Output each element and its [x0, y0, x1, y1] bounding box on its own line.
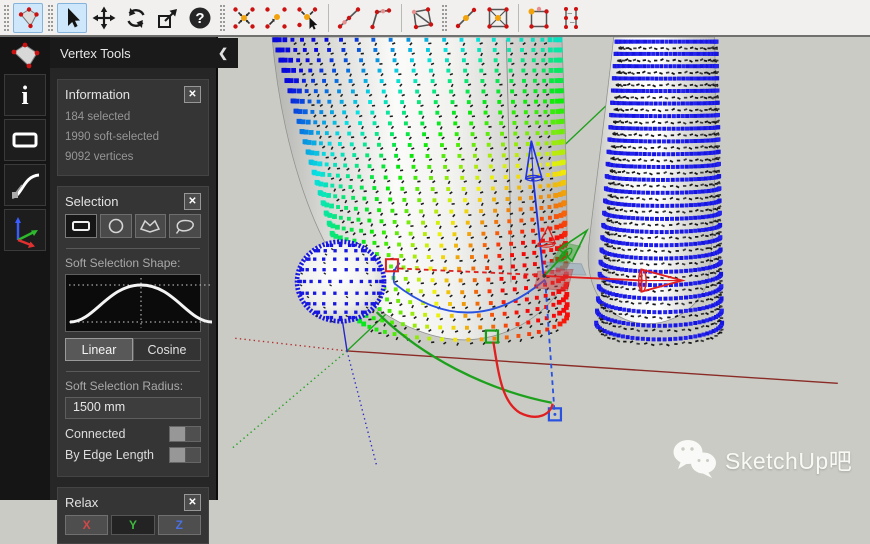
help-icon: ? — [187, 5, 213, 31]
relax-section: Relax ✕ X Y Z — [57, 487, 209, 544]
right-cylinder — [588, 37, 724, 347]
rectangle-icon — [8, 123, 42, 157]
toolbar-separator — [518, 4, 519, 32]
split-edge-icon — [336, 5, 362, 31]
poke-face-icon — [485, 5, 511, 31]
connected-toggle[interactable] — [169, 426, 201, 442]
rotate-icon — [123, 5, 149, 31]
selection-section: Selection ✕ — [57, 186, 209, 477]
lasso-select-icon — [172, 217, 198, 235]
vertex-tools-icon — [15, 5, 41, 31]
scale-icon — [155, 5, 181, 31]
toolbar-merge-to-cursor-button[interactable] — [293, 3, 323, 33]
falloff-curve-tool-button[interactable] — [4, 164, 46, 206]
polygon-select-mode-button[interactable] — [135, 214, 167, 238]
toolbar-help-button[interactable]: ? — [185, 3, 215, 33]
blue-sphere — [296, 241, 385, 323]
rect-select-mode-button[interactable] — [65, 214, 97, 238]
connected-label: Connected — [65, 427, 125, 441]
panel-title: Vertex Tools — [60, 46, 131, 61]
vertex-tools-logo-icon — [3, 39, 47, 71]
information-title: Information — [65, 87, 130, 102]
main-toolbar: ? — [0, 0, 870, 37]
close-selection-button[interactable]: ✕ — [184, 193, 201, 210]
insert-vertex-icon — [453, 5, 479, 31]
watermark-text: SketchUp吧 — [725, 442, 852, 476]
toolbar-merge-button[interactable] — [229, 3, 259, 33]
cosine-falloff-button[interactable]: Cosine — [133, 338, 201, 361]
toolbar-grip[interactable] — [4, 5, 9, 31]
information-section: Information ✕ 184 selected 1990 soft-sel… — [57, 79, 209, 176]
vertex-tools-sidebar: i — [0, 37, 50, 500]
toolbar-grip[interactable] — [48, 5, 53, 31]
toolbar-triangulate-button[interactable] — [407, 3, 437, 33]
toolbar-separator — [328, 4, 329, 32]
toolbar-vertex-tools-button[interactable] — [13, 3, 43, 33]
falloff-curve-icon — [7, 167, 43, 203]
section-divider — [66, 371, 200, 372]
rect-select-tool-button[interactable] — [4, 119, 46, 161]
selected-count: 184 selected — [65, 107, 201, 127]
soft-selection-shape-label: Soft Selection Shape: — [65, 256, 201, 270]
axes-gizmo-icon — [7, 212, 43, 248]
selection-title: Selection — [65, 194, 118, 209]
toolbar-merge-to-point-button[interactable] — [261, 3, 291, 33]
toolbar-grip[interactable] — [220, 5, 225, 31]
svg-text:i: i — [21, 81, 28, 110]
align-vertices-icon — [558, 5, 584, 31]
relax-x-button[interactable]: X — [65, 515, 108, 535]
soft-selection-radius-label: Soft Selection Radius: — [65, 379, 201, 393]
rect-select-icon — [69, 218, 93, 234]
close-information-button[interactable]: ✕ — [184, 86, 201, 103]
by-edge-length-toggle[interactable] — [169, 447, 201, 463]
toolbar-align-vertices-button[interactable] — [556, 3, 586, 33]
toolbar-split-edge-button[interactable] — [334, 3, 364, 33]
collapse-edge-icon — [368, 5, 394, 31]
toolbar-extract-vertex-button[interactable] — [524, 3, 554, 33]
merge-to-point-icon — [263, 5, 289, 31]
relax-z-button[interactable]: Z — [158, 515, 201, 535]
merge-icon — [231, 5, 257, 31]
toolbar-separator — [401, 4, 402, 32]
toolbar-move-button[interactable] — [89, 3, 119, 33]
vertex-count: 9092 vertices — [65, 147, 201, 167]
move-icon — [91, 5, 117, 31]
vertex-tools-panel: Information ✕ 184 selected 1990 soft-sel… — [50, 37, 218, 500]
lasso-select-mode-button[interactable] — [169, 214, 201, 238]
toolbar-grip[interactable] — [442, 5, 447, 31]
toolbar-select-button[interactable] — [57, 3, 87, 33]
circle-select-icon — [104, 217, 128, 235]
gizmo-axes-tool-button[interactable] — [4, 209, 46, 251]
red-rotation-arc — [493, 342, 552, 417]
soft-selected-count: 1990 soft-selected — [65, 127, 201, 147]
by-edge-length-label: By Edge Length — [65, 448, 154, 462]
falloff-curve-widget[interactable] — [65, 274, 201, 332]
merge-to-cursor-icon — [295, 5, 321, 31]
collapse-panel-button[interactable]: ❮ — [218, 46, 228, 60]
toolbar-insert-vertex-button[interactable] — [451, 3, 481, 33]
relax-y-button[interactable]: Y — [111, 515, 154, 535]
section-divider — [66, 248, 200, 249]
extract-vertex-icon — [526, 5, 552, 31]
watermark: SketchUp吧 — [672, 438, 852, 480]
toolbar-collapse-edge-button[interactable] — [366, 3, 396, 33]
relax-title: Relax — [65, 495, 98, 510]
toolbar-poke-face-button[interactable] — [483, 3, 513, 33]
radius-input[interactable]: 1500 mm — [65, 397, 201, 419]
toolbar-rotate-button[interactable] — [121, 3, 151, 33]
svg-text:?: ? — [195, 10, 204, 27]
circle-select-mode-button[interactable] — [100, 214, 132, 238]
wechat-bubbles-icon — [672, 438, 718, 480]
toolbar-scale-button[interactable] — [153, 3, 183, 33]
info-tool-button[interactable]: i — [4, 74, 46, 116]
linear-falloff-button[interactable]: Linear — [65, 338, 133, 361]
close-relax-button[interactable]: ✕ — [184, 494, 201, 511]
polygon-select-icon — [137, 217, 163, 235]
triangulate-icon — [409, 5, 435, 31]
info-icon: i — [10, 78, 40, 112]
panel-titlebar: Vertex Tools ❮ — [50, 38, 238, 68]
select-icon — [59, 5, 85, 31]
